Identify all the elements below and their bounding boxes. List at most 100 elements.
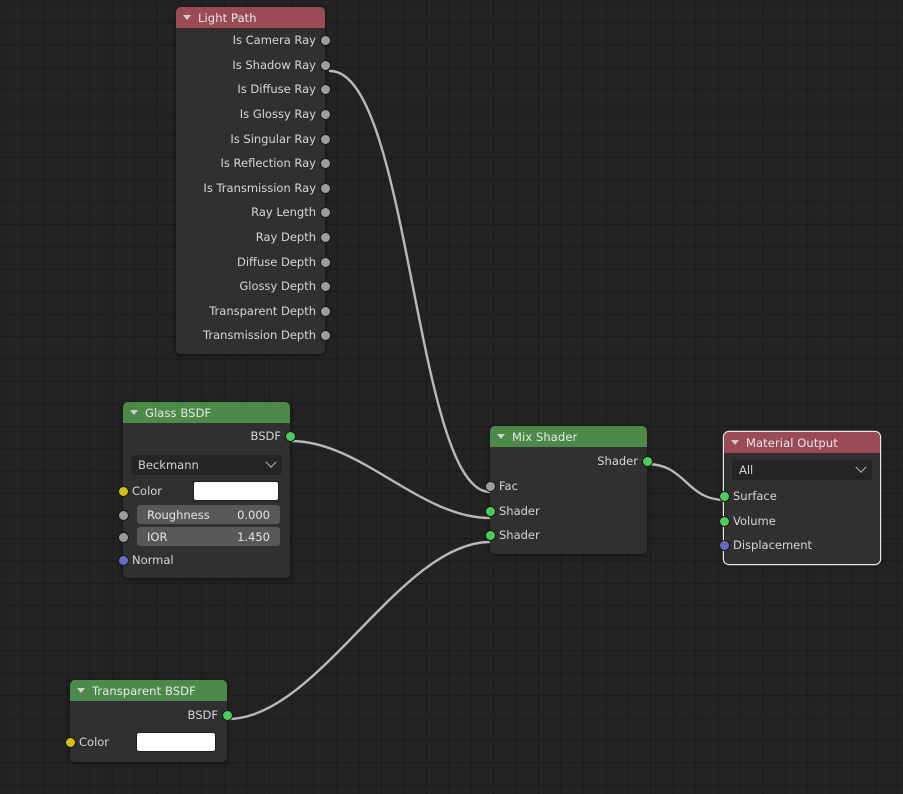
- node-links-layer: [226, 69, 727, 721]
- normal-label: Normal: [132, 552, 174, 567]
- input-socket-ior[interactable]: [117, 531, 129, 543]
- output-row: Is Singular Ray: [176, 126, 331, 151]
- output-socket-is-singular-ray[interactable]: [319, 133, 331, 145]
- input-socket-roughness[interactable]: [117, 509, 129, 521]
- node-glass-bsdf[interactable]: Glass BSDF BSDF Beckmann Color Roughness…: [117, 402, 296, 578]
- input-socket-volume[interactable]: [718, 515, 730, 527]
- node-transparent-bsdf-header[interactable]: Transparent BSDF: [70, 680, 227, 701]
- output-socket-is-diffuse-ray[interactable]: [319, 84, 331, 96]
- target-dropdown-wrap: All: [724, 453, 880, 484]
- output-socket-transmission-depth[interactable]: [319, 330, 331, 342]
- chevron-down-icon[interactable]: [130, 410, 138, 415]
- node-editor-canvas[interactable]: Light Path Is Camera Ray Is Shadow Ray I…: [0, 0, 903, 794]
- output-row: Glossy Depth: [176, 274, 331, 299]
- output-label: Is Camera Ray: [232, 33, 316, 48]
- node-mix-shader-body: Shader Fac Shader Shader: [484, 447, 653, 554]
- output-row: Is Glossy Ray: [176, 102, 331, 127]
- volume-label: Volume: [733, 513, 776, 528]
- roughness-value: 0.000: [237, 507, 270, 522]
- color-swatch[interactable]: [136, 732, 216, 752]
- target-value: All: [739, 463, 754, 477]
- output-label: Is Diffuse Ray: [237, 82, 316, 97]
- link-lightpath-to-fac: [328, 69, 492, 494]
- output-socket-ray-depth[interactable]: [319, 232, 331, 244]
- input-socket-displacement[interactable]: [718, 540, 730, 552]
- roughness-field[interactable]: Roughness 0.000: [137, 505, 280, 524]
- node-material-output-header[interactable]: Material Output: [724, 432, 880, 453]
- output-label: Ray Depth: [255, 230, 316, 245]
- output-label: Shader: [597, 453, 638, 468]
- output-row: BSDF: [123, 423, 296, 449]
- color-swatch[interactable]: [193, 481, 279, 502]
- chevron-down-icon: [265, 456, 277, 468]
- output-socket-glossy-depth[interactable]: [319, 281, 331, 293]
- fac-label: Fac: [499, 479, 518, 494]
- output-label: BSDF: [187, 707, 218, 722]
- roughness-input-row: Roughness 0.000: [117, 504, 290, 526]
- output-label: Is Reflection Ray: [220, 156, 316, 171]
- input-socket-shader-1[interactable]: [484, 505, 496, 517]
- input-socket-normal[interactable]: [117, 554, 129, 566]
- output-row: Is Diffuse Ray: [176, 77, 331, 102]
- normal-input-row: Normal: [117, 548, 290, 573]
- output-socket-diffuse-depth[interactable]: [319, 256, 331, 268]
- output-label: Transparent Depth: [209, 303, 316, 318]
- input-socket-fac[interactable]: [484, 481, 496, 493]
- roughness-label: Roughness: [147, 507, 210, 522]
- link-mix-to-surface: [645, 462, 727, 502]
- displacement-label: Displacement: [733, 538, 813, 553]
- chevron-down-icon: [855, 461, 867, 473]
- output-socket-transparent-depth[interactable]: [319, 305, 331, 317]
- shader2-input-row: Shader: [484, 523, 647, 548]
- input-socket-color[interactable]: [64, 737, 76, 748]
- output-row: Is Shadow Ray: [176, 53, 331, 78]
- surface-input-row: Surface: [718, 484, 880, 509]
- node-material-output[interactable]: Material Output All Surface Volume Displ…: [718, 432, 880, 564]
- link-glass-to-shader1: [289, 439, 492, 520]
- output-socket-shader[interactable]: [641, 455, 653, 467]
- output-socket-is-camera-ray[interactable]: [319, 35, 331, 47]
- output-row: Diffuse Depth: [176, 249, 331, 274]
- node-material-output-title: Material Output: [746, 435, 838, 450]
- surface-label: Surface: [733, 489, 777, 504]
- input-socket-shader-2[interactable]: [484, 530, 496, 542]
- displacement-input-row: Displacement: [718, 533, 880, 558]
- node-light-path-header[interactable]: Light Path: [176, 7, 325, 28]
- chevron-down-icon[interactable]: [77, 688, 85, 693]
- node-mix-shader[interactable]: Mix Shader Shader Fac Shader Shader: [484, 426, 653, 554]
- output-socket-bsdf[interactable]: [284, 431, 296, 442]
- node-light-path-title: Light Path: [198, 10, 257, 25]
- output-label: Is Glossy Ray: [239, 107, 316, 122]
- distribution-dropdown[interactable]: Beckmann: [131, 455, 282, 475]
- node-transparent-bsdf[interactable]: Transparent BSDF BSDF Color: [64, 680, 233, 762]
- node-mix-shader-header[interactable]: Mix Shader: [490, 426, 647, 447]
- output-socket-is-glossy-ray[interactable]: [319, 109, 331, 121]
- output-socket-is-transmission-ray[interactable]: [319, 182, 331, 194]
- node-glass-bsdf-title: Glass BSDF: [145, 405, 212, 420]
- node-mix-shader-title: Mix Shader: [512, 429, 578, 444]
- ior-value: 1.450: [237, 529, 270, 544]
- output-socket-bsdf[interactable]: [221, 709, 233, 721]
- chevron-down-icon[interactable]: [731, 440, 739, 445]
- distribution-dropdown-wrap: Beckmann: [123, 449, 290, 479]
- fac-input-row: Fac: [484, 474, 647, 499]
- chevron-down-icon[interactable]: [183, 15, 191, 20]
- output-socket-is-reflection-ray[interactable]: [319, 158, 331, 170]
- node-material-output-body: All Surface Volume Displacement: [718, 453, 880, 564]
- output-label: Is Transmission Ray: [203, 180, 316, 195]
- color-input-row: Color: [64, 728, 227, 756]
- target-dropdown[interactable]: All: [732, 460, 872, 480]
- node-transparent-bsdf-body: BSDF Color: [64, 701, 233, 762]
- ior-field[interactable]: IOR 1.450: [137, 527, 280, 546]
- node-light-path[interactable]: Light Path Is Camera Ray Is Shadow Ray I…: [176, 7, 331, 354]
- input-socket-color[interactable]: [117, 486, 129, 498]
- output-socket-ray-length[interactable]: [319, 207, 331, 219]
- shader1-input-row: Shader: [484, 499, 647, 524]
- color-label: Color: [79, 735, 110, 749]
- node-light-path-body: Is Camera Ray Is Shadow Ray Is Diffuse R…: [176, 28, 331, 354]
- input-socket-surface[interactable]: [718, 491, 730, 503]
- chevron-down-icon[interactable]: [497, 434, 505, 439]
- output-socket-is-shadow-ray[interactable]: [319, 59, 331, 71]
- output-row: Shader: [490, 447, 653, 474]
- node-glass-bsdf-header[interactable]: Glass BSDF: [123, 402, 290, 423]
